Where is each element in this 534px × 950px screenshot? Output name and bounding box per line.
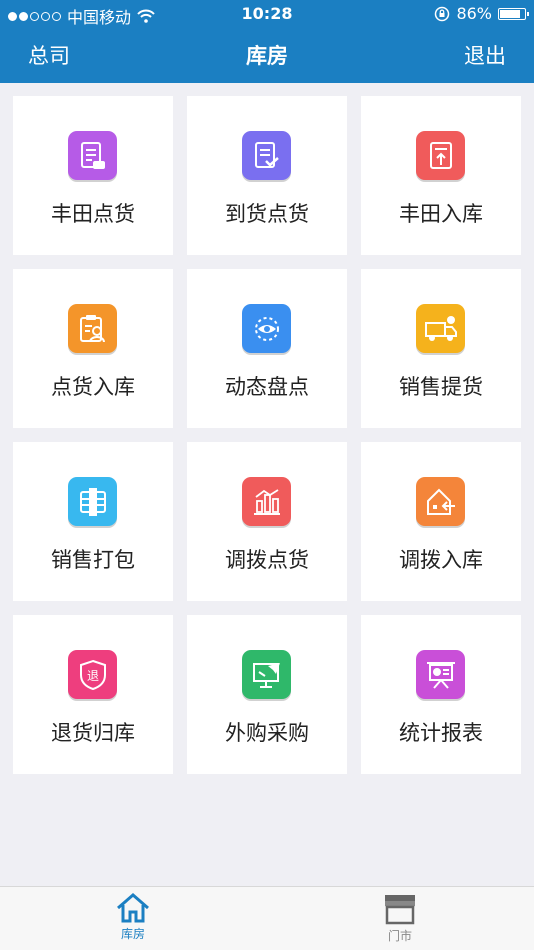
tile-sales-pickup[interactable]: 销售提货 (361, 269, 521, 428)
tile-dynamic-inventory[interactable]: 动态盘点 (187, 269, 347, 428)
page-title: 库房 (246, 44, 288, 68)
tile-label: 调拨入库 (399, 548, 483, 572)
tile-label: 退货归库 (51, 721, 135, 745)
arrival-count-icon (242, 131, 291, 180)
tile-report[interactable]: 统计报表 (361, 615, 521, 774)
tile-label: 销售打包 (51, 548, 135, 572)
tile-toyota-stock-in[interactable]: 丰田入库 (361, 96, 521, 255)
tile-label: 外购采购 (225, 721, 309, 745)
sales-pickup-icon (416, 304, 465, 353)
tab-bar: 库房 门市 (0, 886, 534, 950)
tab-label: 库房 (120, 927, 145, 941)
tile-count-stock-in[interactable]: 点货入库 (13, 269, 173, 428)
tile-label: 丰田入库 (399, 202, 483, 226)
tile-transfer-count[interactable]: 调拨点货 (187, 442, 347, 601)
transfer-count-icon (242, 477, 291, 526)
status-bar: 中国移动 10:28 86% (0, 0, 534, 28)
tile-arrival-count[interactable]: 到货点货 (187, 96, 347, 255)
tile-label: 销售提货 (399, 375, 483, 399)
tile-label: 到货点货 (225, 202, 309, 226)
tile-toyota-count[interactable]: 丰田点货 (13, 96, 173, 255)
tab-warehouse[interactable]: 库房 (83, 893, 183, 942)
dynamic-inventory-icon (242, 304, 291, 353)
tile-return-stock[interactable]: 退 退货归库 (13, 615, 173, 774)
transfer-stock-in-icon (416, 477, 465, 526)
sales-pack-icon (68, 477, 117, 526)
tile-purchase[interactable]: 外购采购 (187, 615, 347, 774)
nav-bar: 总司 库房 退出 (0, 30, 534, 80)
rotation-lock-icon (435, 6, 450, 21)
report-icon (416, 650, 465, 699)
purchase-icon (242, 650, 291, 699)
logout-button[interactable]: 退出 (464, 40, 506, 70)
tile-transfer-stock-in[interactable]: 调拨入库 (361, 442, 521, 601)
tile-label: 丰田点货 (51, 202, 135, 226)
battery-percent: 86% (456, 4, 492, 23)
tab-label: 门市 (387, 929, 412, 943)
tile-label: 动态盘点 (225, 375, 309, 399)
tile-sales-pack[interactable]: 销售打包 (13, 442, 173, 601)
battery-icon (498, 7, 529, 20)
tile-label: 调拨点货 (225, 548, 309, 572)
home-icon (117, 893, 149, 923)
toyota-stock-in-icon (416, 131, 465, 180)
store-icon (385, 895, 415, 925)
tile-label: 点货入库 (51, 375, 135, 399)
svg-text:退: 退 (86, 669, 98, 683)
return-stock-icon: 退 (68, 650, 117, 699)
top-bar: 中国移动 10:28 86% 总司 库房 退出 (0, 0, 534, 83)
toyota-count-icon (68, 131, 117, 180)
tile-label: 统计报表 (399, 721, 483, 745)
function-grid: 丰田点货 到货点货 丰田入库 点货入库 动态盘点 销售提货 销售打包 调拨点货 … (13, 96, 521, 774)
tab-store[interactable]: 门市 (350, 893, 450, 944)
count-stock-in-icon (68, 304, 117, 353)
